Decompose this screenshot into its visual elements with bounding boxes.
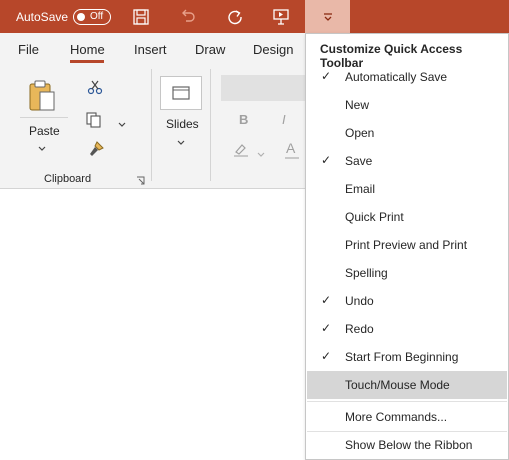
menu-item-print-preview[interactable]: Print Preview and Print [307,231,507,259]
group-separator [151,69,152,181]
clipboard-group-label: Clipboard [44,173,92,185]
redo-icon[interactable] [222,5,248,29]
title-bar: AutoSave Off [0,0,509,33]
checkmark-icon: ✓ [321,153,332,167]
menu-item-label: Show Below the Ribbon [345,438,473,452]
dialog-launcher-icon[interactable] [136,174,145,188]
menu-item-save[interactable]: ✓ Save [307,147,507,175]
menu-item-undo[interactable]: ✓ Undo [307,287,507,315]
copy-icon[interactable] [85,111,103,132]
menu-item-label: Save [345,154,373,168]
menu-item-label: More Commands... [345,410,448,424]
chevron-down-icon [323,12,332,21]
menu-item-email[interactable]: Email [307,175,507,203]
checkmark-icon: ✓ [321,349,332,363]
customize-qat-button[interactable] [305,0,350,33]
tab-home[interactable]: Home [70,42,105,57]
undo-icon[interactable] [175,5,201,29]
paste-dropdown-icon[interactable] [38,141,46,155]
menu-item-start-from-beginning[interactable]: ✓ Start From Beginning [307,343,507,371]
menu-item-open[interactable]: Open [307,119,507,147]
menu-item-automatically-save[interactable]: ✓ Automatically Save [307,63,507,91]
menu-item-new[interactable]: New [307,91,507,119]
menu-item-label: Print Preview and Print [345,238,468,252]
menu-item-redo[interactable]: ✓ Redo [307,315,507,343]
tab-file[interactable]: File [18,42,39,57]
save-icon[interactable] [128,5,154,29]
menu-item-label: Undo [345,294,374,308]
menu-item-touch-mouse-mode[interactable]: Touch/Mouse Mode [307,371,507,399]
bold-icon[interactable]: B [239,112,248,127]
menu-item-label: Open [345,126,375,140]
menu-item-show-below-ribbon[interactable]: Show Below the Ribbon [307,431,507,459]
slides-label[interactable]: Slides [166,117,199,131]
font-name-box[interactable] [221,75,311,101]
menu-item-label: Email [345,182,376,196]
format-painter-icon[interactable] [87,140,105,161]
toggle-knob [77,13,85,21]
tab-draw[interactable]: Draw [195,42,225,57]
font-color-bar [285,157,299,159]
menu-item-label: Quick Print [345,210,404,224]
checkmark-icon: ✓ [321,321,332,335]
slides-dropdown-icon[interactable] [177,135,185,149]
autosave-label: AutoSave [16,10,69,24]
menu-item-label: Touch/Mouse Mode [345,378,450,392]
active-tab-underline [70,60,104,63]
menu-item-more-commands[interactable]: More Commands... [307,403,507,431]
menu-item-label: Redo [345,322,374,336]
highlighter-dropdown-icon[interactable] [257,147,265,161]
tab-insert[interactable]: Insert [134,42,167,57]
checkmark-icon: ✓ [321,293,332,307]
menu-item-quick-print[interactable]: Quick Print [307,203,507,231]
paste-icon[interactable] [28,80,58,115]
autosave-state: Off [90,11,104,22]
group-separator [210,69,211,181]
tab-design[interactable]: Design [253,42,293,57]
font-color-icon[interactable]: A [286,140,295,156]
menu-item-label: Automatically Save [345,70,448,84]
new-slide-icon[interactable] [160,76,202,110]
autosave-toggle[interactable]: Off [73,9,111,25]
menu-item-label: Start From Beginning [345,350,459,364]
paste-label[interactable]: Paste [29,124,60,138]
start-from-beginning-icon[interactable] [268,5,294,29]
paste-divider [20,117,68,118]
copy-dropdown-icon[interactable] [118,117,126,131]
checkmark-icon: ✓ [321,69,332,83]
menu-item-spelling[interactable]: Spelling [307,259,507,287]
italic-icon[interactable]: I [282,112,286,127]
cut-icon[interactable] [87,79,103,98]
menu-separator [307,401,507,402]
menu-item-label: New [345,98,370,112]
menu-item-label: Spelling [345,266,388,280]
highlighter-icon[interactable] [232,142,250,161]
customize-qat-menu: Customize Quick Access Toolbar ✓ Automat… [305,33,509,460]
